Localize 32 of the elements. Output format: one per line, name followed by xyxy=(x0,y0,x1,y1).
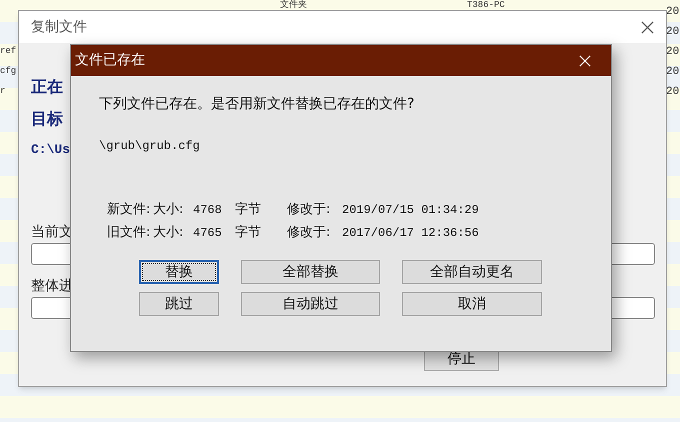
dialog-button[interactable]: 替换 xyxy=(139,260,219,284)
status-label: 目标 xyxy=(31,109,64,129)
modified-value: 2017/06/17 12:36:56 xyxy=(342,225,479,242)
question-text: 下列文件已存在。是否用新文件替换已存在的文件? xyxy=(99,95,416,114)
file-name: r xyxy=(0,85,6,98)
file-name: cfg xyxy=(0,65,16,78)
size-label: 大小: xyxy=(153,201,184,219)
modified-label: 修改于: xyxy=(287,201,332,219)
size-label: 大小: xyxy=(153,224,184,242)
column-header: T386-PC xyxy=(467,0,505,10)
dialog-title: 文件已存在 xyxy=(75,51,145,70)
date-cell-text: 20 xyxy=(666,65,680,80)
modified-label: 修改于: xyxy=(287,224,332,242)
close-icon[interactable] xyxy=(641,20,654,34)
file-label: 旧文件: xyxy=(107,224,152,242)
status-label: 正在 xyxy=(31,77,64,97)
date-cell-text: 20 xyxy=(666,85,680,100)
dialog-button[interactable]: 全部替换 xyxy=(241,260,380,284)
size-value: 4768 xyxy=(193,202,223,219)
modified-value: 2019/07/15 01:34:29 xyxy=(342,202,479,219)
file-label: 新文件: xyxy=(107,201,152,219)
size-value: 4765 xyxy=(193,225,223,242)
file-path: \grub\grub.cfg xyxy=(99,138,201,155)
date-cell-text: 20 xyxy=(666,25,680,40)
window-title: 复制文件 xyxy=(31,18,87,36)
date-cell-text: 20 xyxy=(666,5,680,20)
dialog-button[interactable]: 全部自动更名 xyxy=(402,260,542,284)
path-text: C:\Us xyxy=(31,141,70,159)
size-unit: 字节 xyxy=(235,201,262,219)
date-cell-text: 20 xyxy=(666,45,680,60)
size-unit: 字节 xyxy=(235,224,262,242)
file-name: ref xyxy=(0,45,16,58)
